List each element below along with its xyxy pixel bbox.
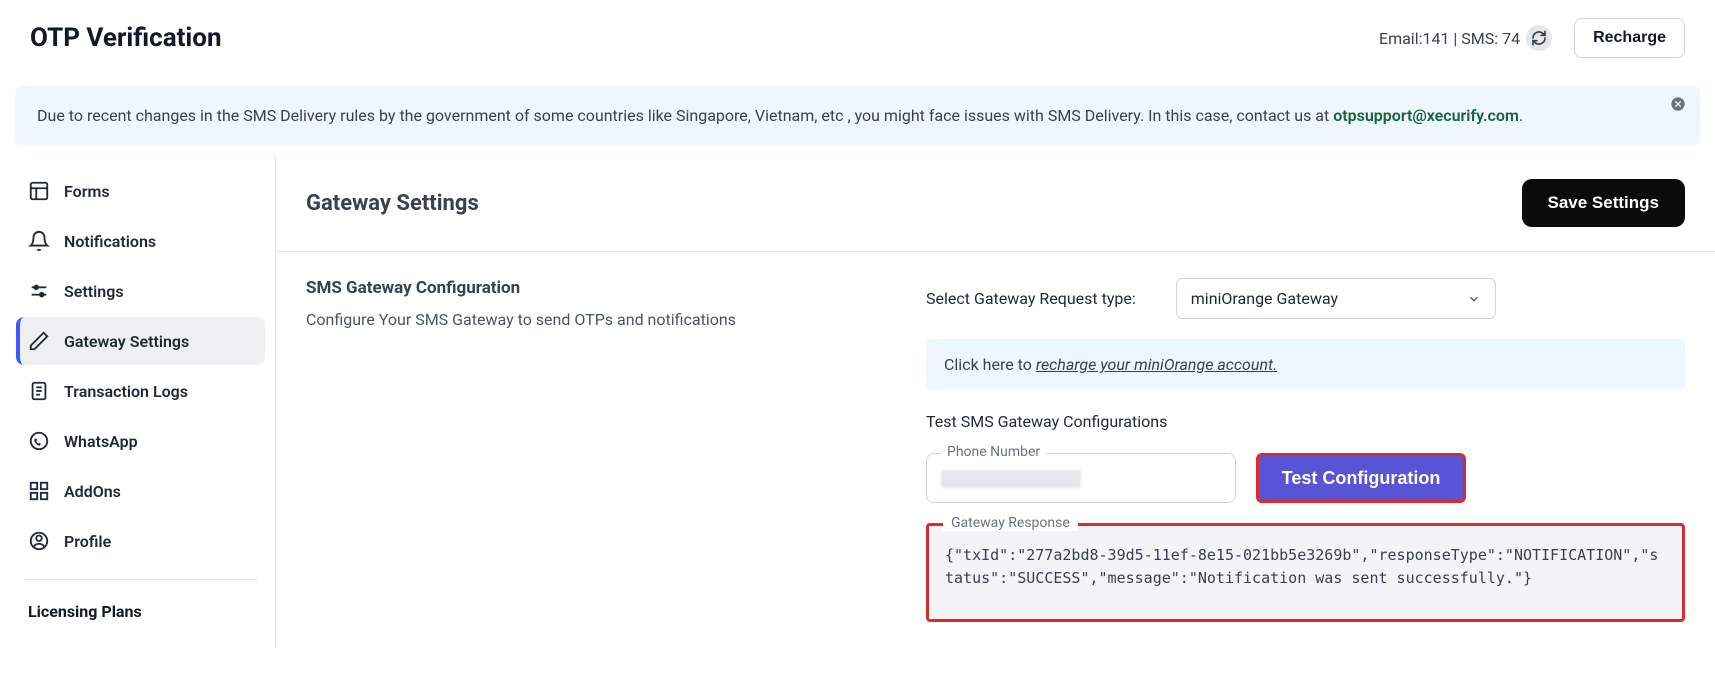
main-content: Gateway Settings Save Settings SMS Gatew… xyxy=(275,155,1715,648)
close-icon[interactable] xyxy=(1670,96,1686,112)
sidebar-item-transaction-logs[interactable]: Transaction Logs xyxy=(16,367,265,415)
recharge-note: Click here to recharge your miniOrange a… xyxy=(926,339,1685,390)
gateway-type-label: Select Gateway Request type: xyxy=(926,289,1136,308)
sidebar-separator xyxy=(24,579,257,580)
layout-icon xyxy=(28,180,50,202)
sidebar-item-addons[interactable]: AddOns xyxy=(16,467,265,515)
gateway-response-label: Gateway Response xyxy=(943,515,1078,531)
content-title: Gateway Settings xyxy=(306,191,479,216)
section-description: Configure Your SMS Gateway to send OTPs … xyxy=(306,310,866,329)
sidebar-item-whatsapp[interactable]: WhatsApp xyxy=(16,417,265,465)
gateway-type-select[interactable]: miniOrange Gateway xyxy=(1176,278,1496,319)
banner-support-email[interactable]: otpsupport@xecurify.com xyxy=(1333,106,1519,125)
sidebar-item-forms[interactable]: Forms xyxy=(16,167,265,215)
app-header: OTP Verification Email:141 | SMS: 74 Rec… xyxy=(0,0,1715,76)
test-config-title: Test SMS Gateway Configurations xyxy=(926,412,1685,431)
info-banner: Due to recent changes in the SMS Deliver… xyxy=(15,86,1700,145)
content-header: Gateway Settings Save Settings xyxy=(276,155,1715,252)
section-title: SMS Gateway Configuration xyxy=(306,278,866,298)
sms-credits-label: SMS: xyxy=(1461,29,1498,48)
email-credits-value: 141 xyxy=(1422,29,1449,48)
sidebar-item-notifications[interactable]: Notifications xyxy=(16,217,265,265)
recharge-account-link[interactable]: recharge your miniOrange account. xyxy=(1036,355,1277,374)
gateway-type-value: miniOrange Gateway xyxy=(1191,289,1338,308)
banner-text: Due to recent changes in the SMS Deliver… xyxy=(37,106,1333,125)
save-settings-button[interactable]: Save Settings xyxy=(1522,179,1686,227)
whatsapp-icon xyxy=(28,430,50,452)
sidebar-item-label: AddOns xyxy=(64,482,121,501)
sidebar-item-label: Transaction Logs xyxy=(64,382,188,401)
user-icon xyxy=(28,530,50,552)
pencil-icon xyxy=(28,330,50,352)
page-title: OTP Verification xyxy=(30,23,222,53)
bell-icon xyxy=(28,230,50,252)
phone-number-redacted xyxy=(941,470,1081,488)
sidebar-item-label: Forms xyxy=(64,182,110,201)
credit-stats: Email:141 | SMS: 74 xyxy=(1379,25,1552,51)
email-credits-label: Email: xyxy=(1379,29,1422,48)
sidebar: Forms Notifications Settings Gateway Set… xyxy=(0,155,275,648)
sidebar-item-label: Settings xyxy=(64,282,124,301)
recharge-button[interactable]: Recharge xyxy=(1574,18,1685,58)
sidebar-item-profile[interactable]: Profile xyxy=(16,517,265,565)
refresh-icon[interactable] xyxy=(1526,25,1552,51)
sidebar-item-label: Gateway Settings xyxy=(64,332,189,351)
chevron-down-icon xyxy=(1467,292,1481,306)
sliders-icon xyxy=(28,280,50,302)
gateway-response-text: {"txId":"277a2bd8-39d5-11ef-8e15-021bb5e… xyxy=(945,544,1666,589)
gateway-response-box: Gateway Response {"txId":"277a2bd8-39d5-… xyxy=(926,523,1685,622)
sms-credits-value: 74 xyxy=(1502,29,1520,48)
sidebar-item-gateway-settings[interactable]: Gateway Settings xyxy=(16,317,265,365)
phone-number-label: Phone Number xyxy=(941,444,1046,460)
sidebar-item-label: WhatsApp xyxy=(64,432,138,451)
sidebar-item-settings[interactable]: Settings xyxy=(16,267,265,315)
grid-icon xyxy=(28,480,50,502)
test-configuration-button[interactable]: Test Configuration xyxy=(1256,453,1466,503)
phone-number-field[interactable]: Phone Number xyxy=(926,453,1236,503)
clipboard-icon xyxy=(28,380,50,402)
sidebar-licensing-plans[interactable]: Licensing Plans xyxy=(16,594,265,629)
sidebar-item-label: Notifications xyxy=(64,232,156,251)
sidebar-item-label: Profile xyxy=(64,532,111,551)
